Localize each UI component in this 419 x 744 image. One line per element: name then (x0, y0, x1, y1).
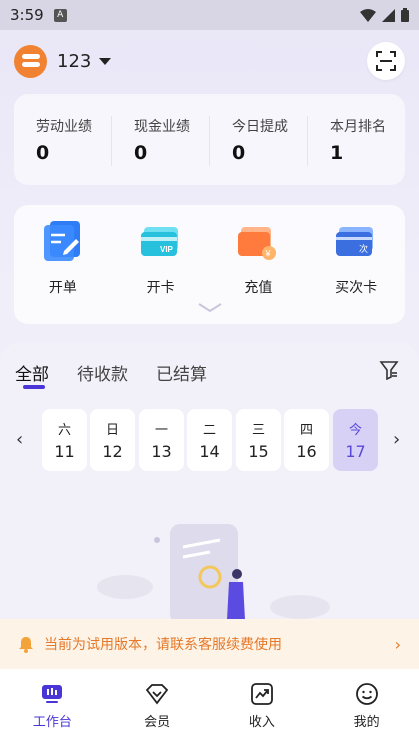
nav-workbench[interactable]: 工作台 (0, 669, 105, 744)
order-tabs: 全部 待收款 已结算 (15, 360, 207, 385)
date-item[interactable]: 三 15 (236, 409, 281, 471)
date-item-today[interactable]: 今 17 (333, 409, 378, 471)
nav-profile[interactable]: 我的 (314, 669, 419, 744)
date-item[interactable]: 四 16 (284, 409, 329, 471)
member-icon (145, 684, 169, 705)
tab-settled[interactable]: 已结算 (156, 360, 207, 385)
bell-icon (19, 636, 33, 653)
svg-text:¥: ¥ (265, 249, 272, 259)
date-item[interactable]: 二 14 (187, 409, 232, 471)
date-item[interactable]: 一 13 (139, 409, 184, 471)
order-icon (43, 221, 80, 261)
empty-state-illustration (97, 524, 330, 622)
stat-value: 1 (330, 142, 344, 164)
day-of-week: 三 (251, 423, 265, 438)
day-number: 17 (345, 442, 366, 461)
day-number: 12 (102, 442, 123, 461)
stat-ranking: 本月排名 1 (308, 116, 405, 166)
stat-label: 劳动业绩 (36, 119, 92, 135)
profile-icon (355, 683, 378, 705)
chevron-down-icon[interactable] (99, 57, 112, 65)
action-label: 买次卡 (335, 280, 378, 296)
action-label: 开卡 (146, 280, 175, 296)
status-bar: 3:59 A (0, 0, 419, 30)
svg-text:VIP: VIP (160, 245, 174, 254)
stat-value: 0 (232, 142, 246, 164)
battery-icon (401, 8, 409, 22)
trial-banner-text: 当前为试用版本，请联系客服续费使用 (44, 637, 282, 653)
nav-label: 工作台 (32, 715, 72, 730)
day-number: 16 (296, 442, 317, 461)
stat-cash: 现金业绩 0 (112, 116, 210, 166)
user-name[interactable]: 123 (57, 51, 91, 72)
day-of-week: 今 (348, 423, 362, 438)
day-of-week: 日 (105, 423, 119, 438)
day-number: 11 (54, 442, 75, 461)
chevron-right-icon[interactable]: › (393, 429, 400, 450)
sim-icon: A (53, 8, 67, 22)
stat-label: 今日提成 (232, 119, 288, 135)
count-card-icon: 次 (336, 227, 374, 256)
tab-pending-payment[interactable]: 待收款 (77, 360, 128, 385)
tab-all[interactable]: 全部 (15, 360, 49, 385)
stats-card: 劳动业绩 0 现金业绩 0 今日提成 0 本月排名 1 (14, 94, 405, 185)
vip-card-icon: VIP (140, 227, 178, 256)
action-label: 开单 (48, 280, 77, 296)
day-number: 13 (151, 442, 172, 461)
nav-label: 我的 (353, 715, 380, 730)
filter-icon[interactable] (379, 360, 399, 380)
action-open-card[interactable]: VIP 开卡 (112, 219, 210, 324)
date-item[interactable]: 六 11 (42, 409, 87, 471)
scan-button[interactable] (367, 42, 405, 80)
day-number: 15 (248, 442, 269, 461)
chevron-right-icon: › (394, 634, 401, 654)
nav-member[interactable]: 会员 (105, 669, 210, 744)
status-time: 3:59 (10, 6, 44, 24)
chevron-down-icon[interactable] (197, 303, 222, 313)
scan-icon (376, 51, 396, 71)
header: 123 (14, 42, 405, 80)
active-tab-indicator (23, 385, 45, 389)
nav-label: 收入 (248, 715, 275, 730)
trial-banner[interactable]: 当前为试用版本，请联系客服续费使用 › (0, 619, 419, 669)
stat-value: 0 (134, 142, 148, 164)
action-buy-count-card[interactable]: 次 买次卡 (307, 219, 405, 324)
signal-icon (382, 8, 395, 22)
stat-value: 0 (36, 142, 50, 164)
nav-label: 会员 (144, 715, 171, 730)
wallet-icon: ¥ (238, 227, 277, 260)
stat-label: 现金业绩 (134, 119, 190, 135)
quick-actions-card: 开单 VIP 开卡 ¥ 充值 次 买次卡 (14, 205, 405, 324)
day-number: 14 (199, 442, 220, 461)
income-icon (250, 683, 273, 705)
day-of-week: 四 (299, 423, 313, 438)
day-of-week: 一 (154, 423, 168, 438)
date-item[interactable]: 日 12 (90, 409, 135, 471)
stat-commission: 今日提成 0 (210, 116, 308, 166)
stat-label: 本月排名 (330, 119, 386, 135)
nav-income[interactable]: 收入 (210, 669, 315, 744)
stat-labor: 劳动业绩 0 (14, 116, 112, 166)
action-open-order[interactable]: 开单 (14, 219, 112, 324)
action-recharge[interactable]: ¥ 充值 (210, 219, 308, 324)
action-label: 充值 (244, 280, 273, 296)
store-icon (21, 54, 40, 67)
wifi-icon (360, 8, 376, 22)
workbench-icon (42, 685, 63, 703)
day-of-week: 六 (57, 423, 71, 438)
bottom-nav: 工作台 会员 收入 我的 (0, 669, 419, 744)
store-avatar[interactable] (14, 44, 47, 78)
status-icons (360, 8, 409, 22)
chevron-left-icon[interactable]: ‹ (16, 429, 23, 450)
svg-text:次: 次 (359, 243, 368, 255)
day-of-week: 二 (202, 423, 216, 438)
date-strip: ‹ 六 11 日 12 一 13 二 14 三 15 四 16 今 17 › (0, 409, 419, 471)
